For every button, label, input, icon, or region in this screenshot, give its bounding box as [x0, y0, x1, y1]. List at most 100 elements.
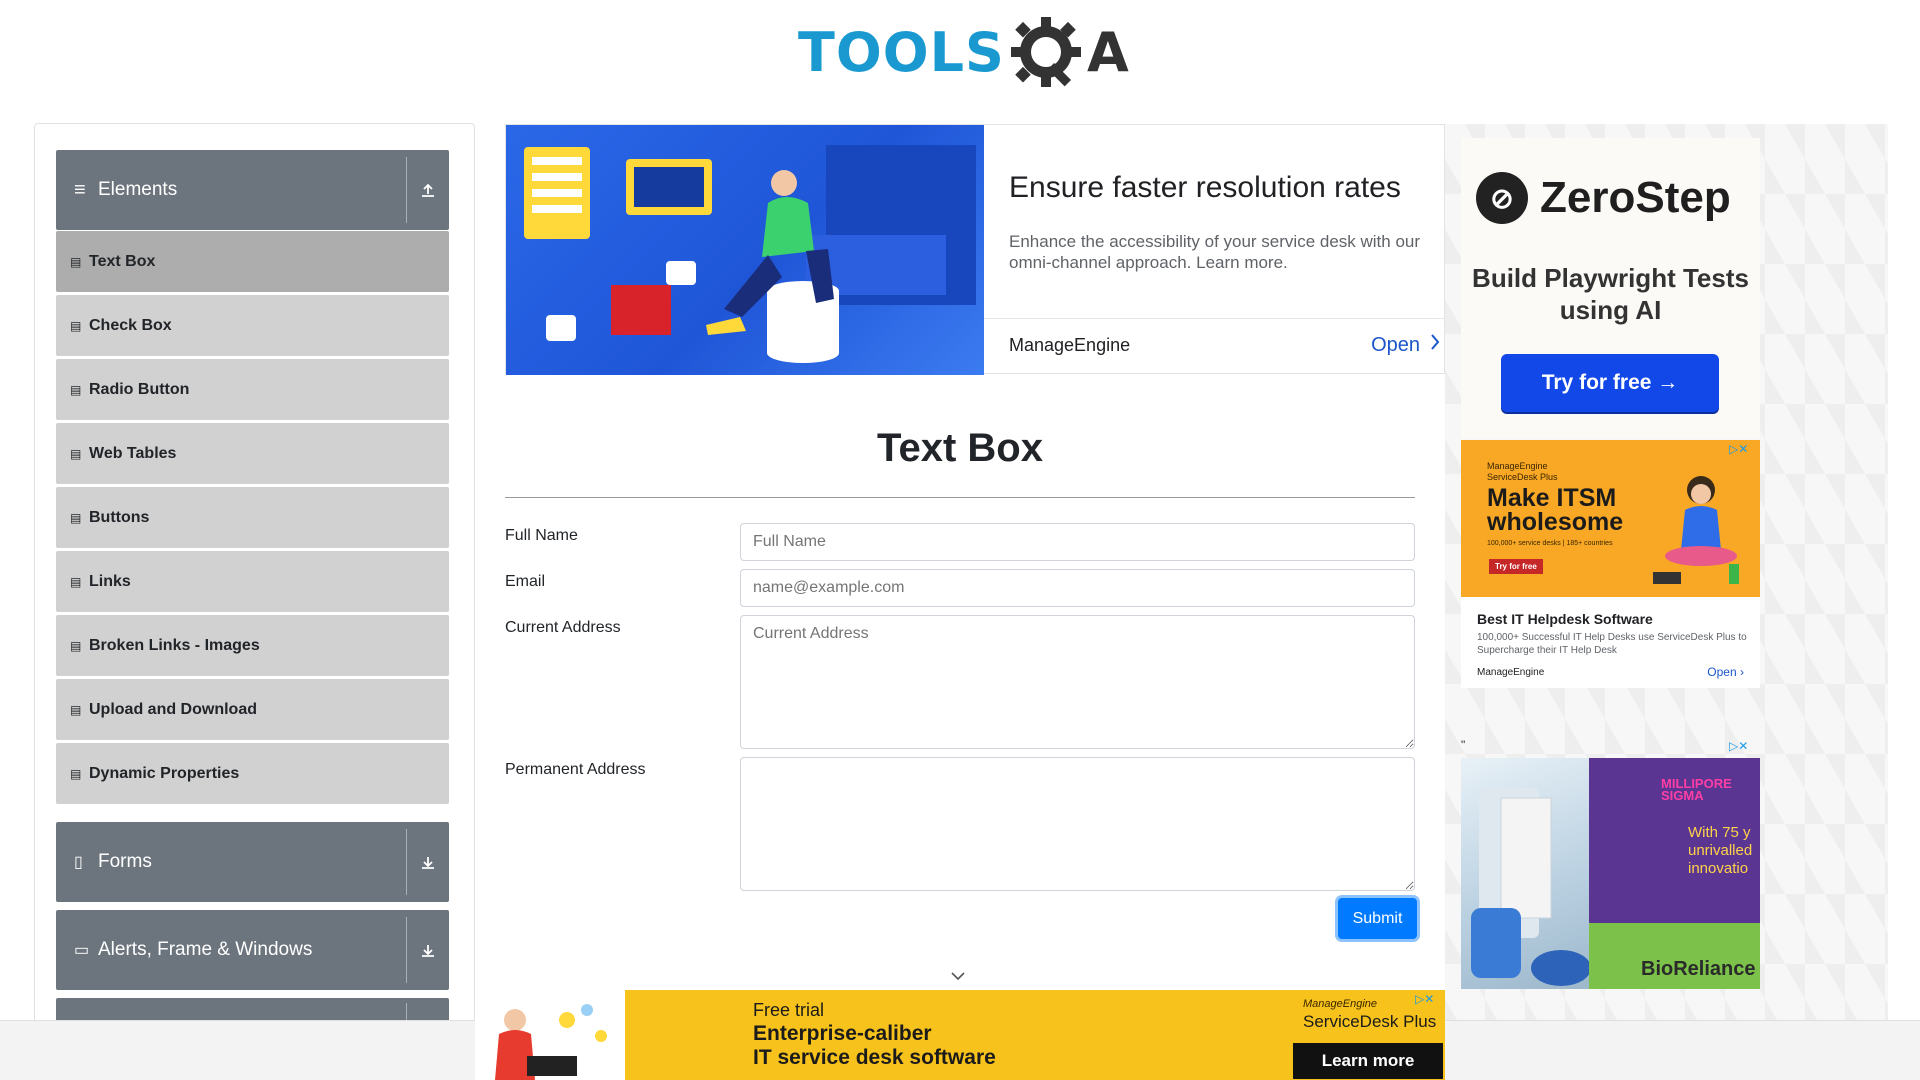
hamburger-icon: ≡ — [74, 178, 86, 201]
group-label: Elements — [98, 179, 178, 200]
sidebar-item-text-box[interactable]: ▤ Text Box — [56, 231, 449, 292]
zerostep-logo: ⊘ ZeroStep — [1476, 172, 1731, 224]
adchoices-icon[interactable]: ▷✕ — [1729, 739, 1748, 753]
bioreliance-brand: BioReliance — [1641, 958, 1756, 980]
sidebar-item-radio-button[interactable]: ▤ Radio Button — [56, 359, 449, 420]
sidebar-item-label: Dynamic Properties — [89, 764, 240, 782]
logo-text-a: A — [1086, 20, 1129, 84]
sidebar-item-icon: ▤ — [70, 702, 82, 717]
sidebar-item-dynamic-properties[interactable]: ▤ Dynamic Properties — [56, 743, 449, 804]
me-open-label: Open — [1707, 665, 1737, 679]
sidebar-item-label: Links — [89, 572, 131, 590]
ad-illustration — [475, 990, 625, 1080]
collapse-up-icon[interactable] — [406, 157, 449, 223]
ad-open-label: Open — [1371, 333, 1420, 356]
sidebar-item-icon: ▤ — [70, 766, 82, 781]
sidebar-item-icon: ▤ — [70, 254, 82, 269]
ad-illustration: ManageEngine ServiceDesk Plus Make ITSM … — [1461, 440, 1760, 597]
sidebar-item-web-tables[interactable]: ▤ Web Tables — [56, 423, 449, 484]
full-name-label: Full Name — [505, 527, 578, 544]
sidebar-item-label: Check Box — [89, 316, 172, 334]
ad-illustration — [506, 125, 984, 375]
sidebar-item-icon: ▤ — [70, 382, 82, 397]
expand-down-icon[interactable] — [406, 829, 449, 895]
sidebar-item-upload-download[interactable]: ▤ Upload and Download — [56, 679, 449, 740]
sidebar-item-icon: ▤ — [70, 446, 82, 461]
bottom-ad-line-1: Enterprise-caliber — [753, 1022, 932, 1045]
full-name-input[interactable] — [740, 523, 1415, 561]
sidebar-item-buttons[interactable]: ▤ Buttons — [56, 487, 449, 548]
bottom-ad-line-2: IT service desk software — [753, 1046, 996, 1069]
me-art-headline: Make ITSM wholesome — [1487, 484, 1624, 536]
title-divider — [505, 497, 1415, 498]
zerostep-brand: ZeroStep — [1540, 173, 1731, 222]
sidebar-item-label: Text Box — [89, 252, 156, 270]
adchoices-icon[interactable]: ▷✕ — [1415, 992, 1434, 1006]
group-header-elements[interactable]: ≡ Elements — [56, 150, 449, 230]
sidebar-item-icon: ▤ — [70, 318, 82, 333]
permanent-address-textarea[interactable] — [740, 757, 1415, 891]
me-art-brand: ManageEngine ServiceDesk Plus — [1487, 461, 1558, 482]
chevron-down-icon[interactable] — [950, 968, 966, 984]
zerostep-headline: Build Playwright Tests using AI — [1472, 263, 1749, 325]
milliporesigma-ad[interactable]: MILLIPORE SIGMA With 75 y unrivalled inn… — [1461, 758, 1760, 989]
page: TOOLS A ≡ Elements ▤ Text Box ▤ Check Bo… — [0, 0, 1920, 1080]
sidebar-item-icon: ▤ — [70, 638, 82, 653]
millipore-text: With 75 y unrivalled innovatio — [1688, 824, 1753, 877]
me-ad-open-button[interactable]: Open › — [1707, 665, 1744, 679]
ad-brand: ManageEngine — [1009, 335, 1131, 355]
left-panel: ≡ Elements ▤ Text Box ▤ Check Box ▤ Radi… — [34, 123, 475, 1023]
chevron-right-icon — [1430, 333, 1440, 357]
sidebar-item-label: Broken Links - Images — [89, 636, 260, 654]
me-ad-description: 100,000+ Successful IT Help Desks use Se… — [1477, 632, 1747, 656]
group-label: Alerts, Frame & Windows — [98, 939, 313, 960]
sidebar-item-icon: ▤ — [70, 574, 82, 589]
window-icon: ▭ — [74, 942, 90, 959]
manageengine-side-ad[interactable]: ManageEngine ServiceDesk Plus Make ITSM … — [1461, 440, 1760, 688]
logo-text-tools: TOOLS — [798, 20, 1005, 84]
email-input[interactable] — [740, 569, 1415, 607]
sidebar-item-label: Radio Button — [89, 380, 190, 398]
ad-open-button[interactable]: Open — [1371, 333, 1440, 357]
group-header-forms[interactable]: ▯ Forms — [56, 822, 449, 902]
submit-button[interactable]: Submit — [1338, 898, 1417, 939]
ad-divider — [984, 318, 1444, 319]
millipore-logo: MILLIPORE SIGMA — [1661, 776, 1732, 803]
gear-icon — [1005, 11, 1087, 93]
zerostep-ad[interactable]: ⊘ ZeroStep Build Playwright Tests using … — [1461, 138, 1760, 438]
bottom-ad-line-0: Free trial — [753, 1000, 825, 1020]
expand-down-icon[interactable] — [406, 917, 449, 983]
email-label: Email — [505, 573, 546, 590]
group-header-alerts[interactable]: ▭ Alerts, Frame & Windows — [56, 910, 449, 990]
sidebar-item-label: Buttons — [89, 508, 150, 526]
sidebar-item-check-box[interactable]: ▤ Check Box — [56, 295, 449, 356]
document-icon: ▯ — [74, 854, 83, 871]
toolsqa-logo[interactable]: TOOLS A — [798, 14, 1129, 90]
try-for-free-button[interactable]: Try for free → — [1501, 354, 1719, 412]
sidebar-item-broken-links[interactable]: ▤ Broken Links - Images — [56, 615, 449, 676]
ad-title: Ensure faster resolution rates — [1009, 171, 1401, 204]
top-banner-ad[interactable]: Ensure faster resolution rates Enhance t… — [505, 124, 1445, 375]
bottom-banner-ad[interactable]: ▷✕ Free trial Enterprise-caliber IT serv… — [475, 990, 1445, 1080]
ad-illustration — [1461, 758, 1591, 989]
sidebar-item-label: Web Tables — [89, 444, 177, 462]
zerostep-badge-icon: ⊘ — [1476, 172, 1528, 224]
permanent-address-label: Permanent Address — [505, 761, 646, 778]
ad-description: Enhance the accessibility of your servic… — [1009, 232, 1421, 272]
group-label: Forms — [98, 851, 152, 872]
sidebar-item-label: Upload and Download — [89, 700, 257, 718]
sidebar-item-links[interactable]: ▤ Links — [56, 551, 449, 612]
bottom-ad-product: ServiceDesk Plus — [1303, 1012, 1437, 1031]
me-ad-brand: ManageEngine — [1477, 667, 1545, 678]
learn-more-button[interactable]: Learn more — [1293, 1043, 1443, 1079]
chevron-right-icon: › — [1740, 665, 1744, 679]
me-ad-title: Best IT Helpdesk Software — [1477, 611, 1653, 627]
current-address-textarea[interactable] — [740, 615, 1415, 749]
me-art-small: 100,000+ service desks | 185+ countries — [1487, 540, 1613, 547]
bottom-ad-brand: ManageEngine — [1303, 998, 1378, 1010]
current-address-label: Current Address — [505, 619, 621, 636]
adchoices-icon[interactable]: ▷✕ — [1729, 442, 1748, 456]
quote-mark: " — [1461, 738, 1466, 752]
me-art-cta: Try for free — [1489, 559, 1543, 574]
sidebar-item-icon: ▤ — [70, 510, 82, 525]
